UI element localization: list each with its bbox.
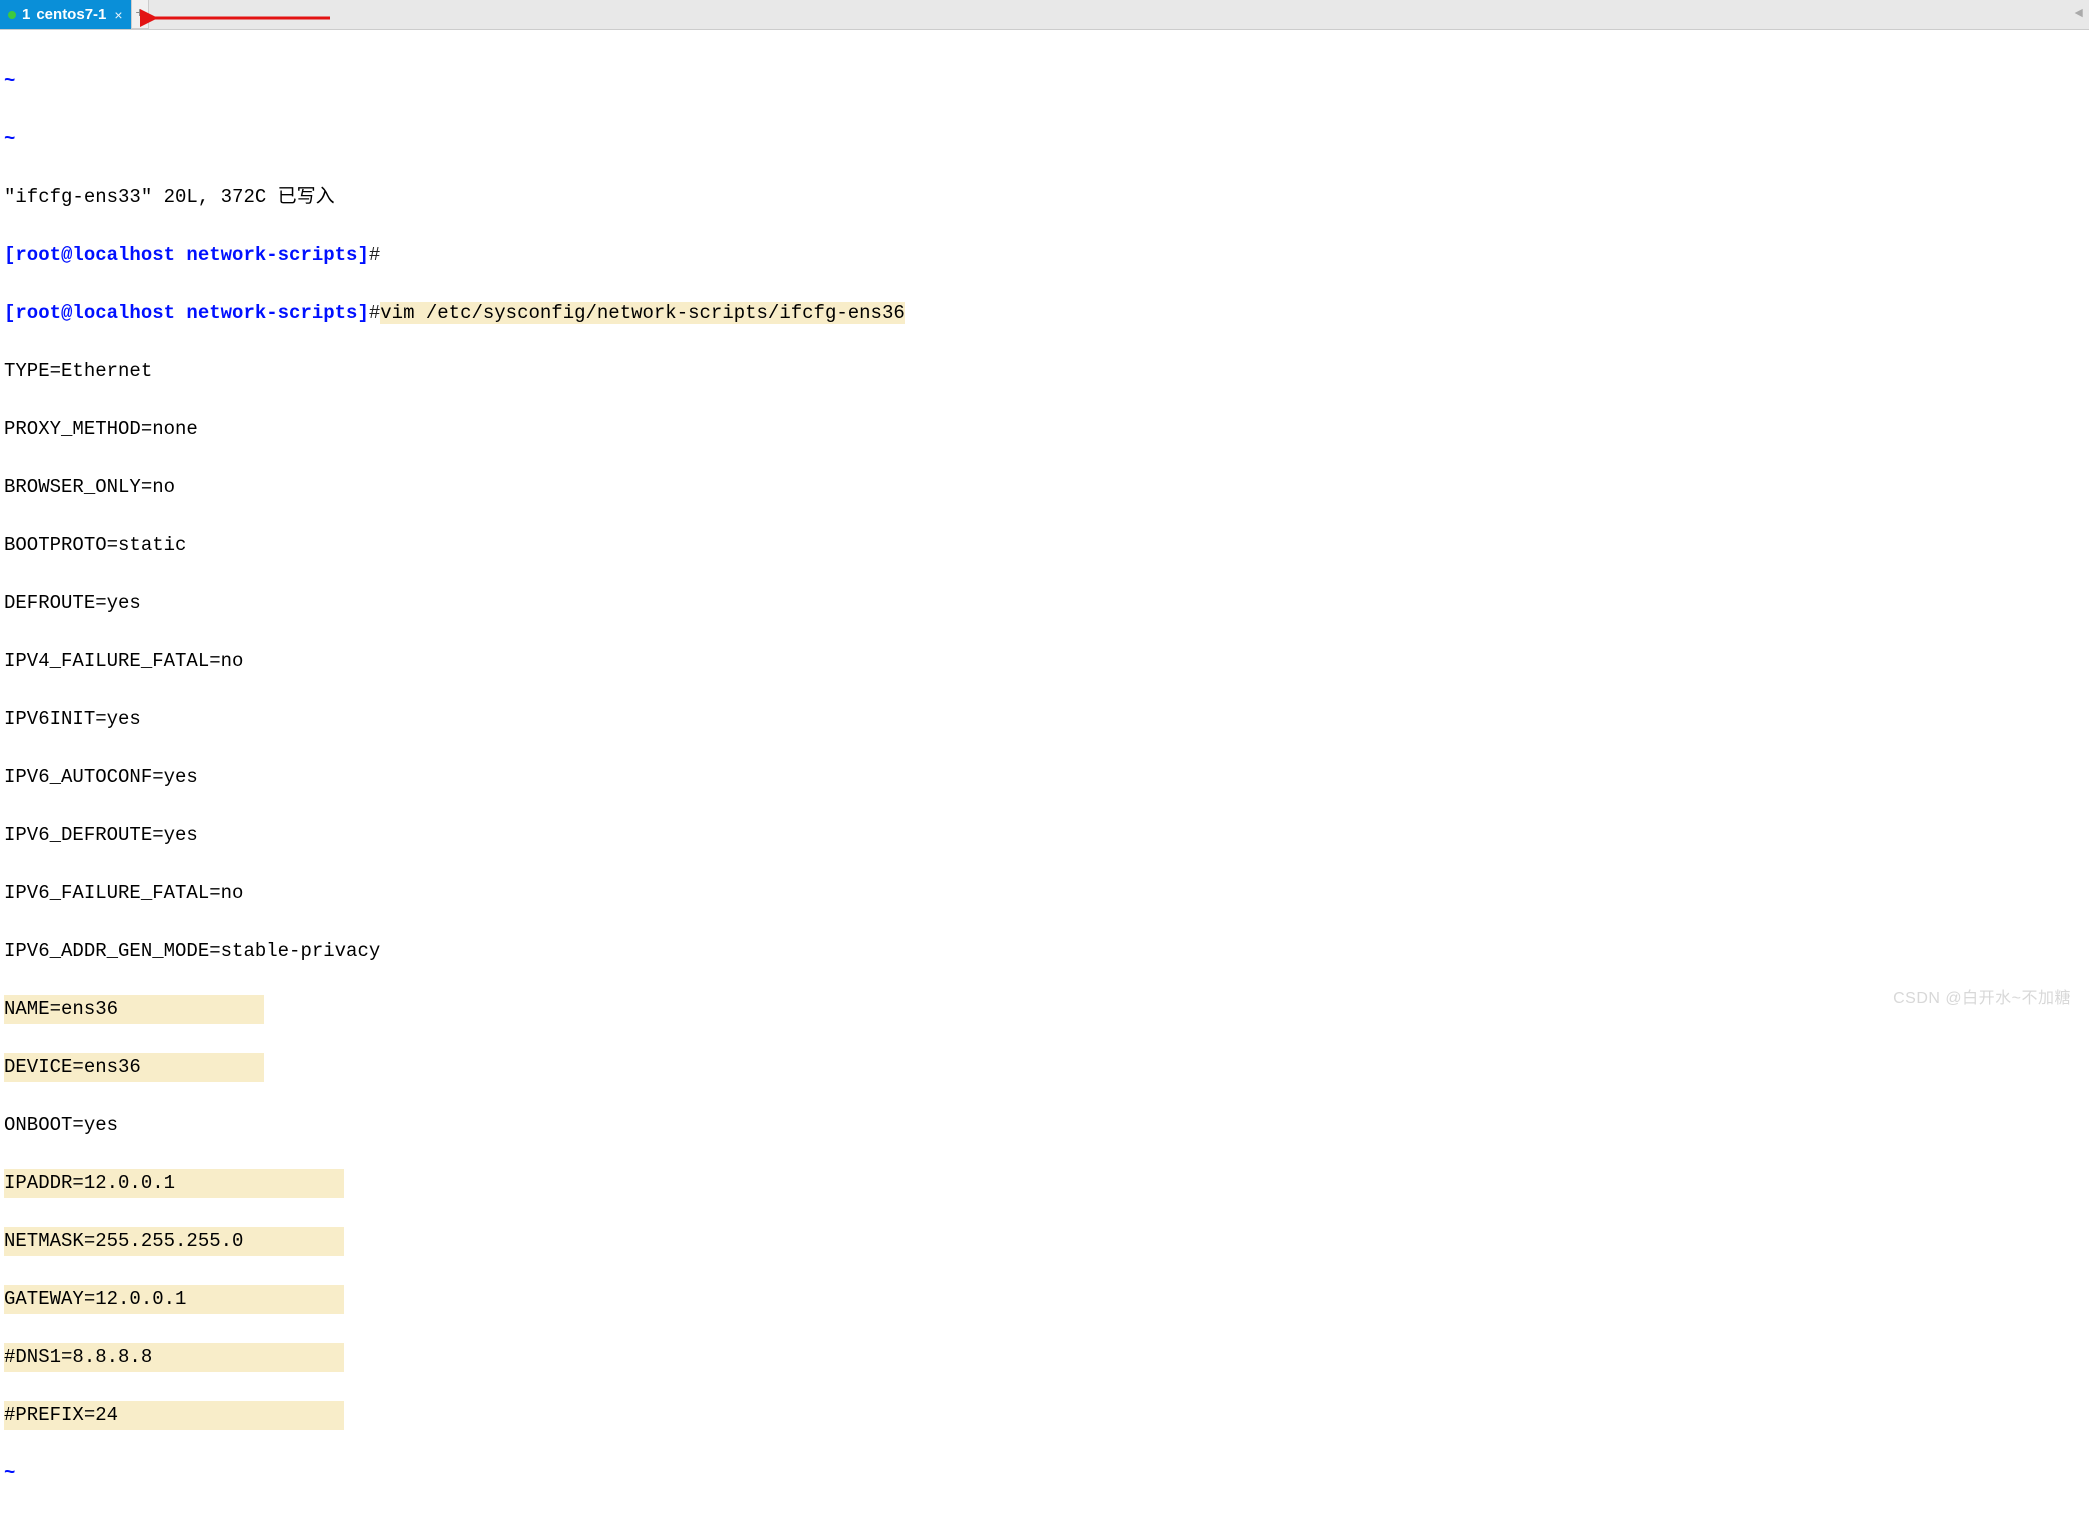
config-line: IPV6_DEFROUTE=yes <box>4 821 2085 850</box>
prompt-hash: # <box>369 244 380 266</box>
close-icon[interactable]: × <box>112 7 124 23</box>
config-line: PROXY_METHOD=none <box>4 415 2085 444</box>
config-line: DEFROUTE=yes <box>4 589 2085 618</box>
prompt-hash: # <box>369 302 380 324</box>
config-line-highlighted: DEVICE=ens36 <box>4 1053 264 1082</box>
tab-number: 1 <box>22 6 30 23</box>
config-line: IPV6_FAILURE_FATAL=no <box>4 879 2085 908</box>
vim-tilde: ~ <box>4 70 15 92</box>
watermark-text: CSDN @白开水~不加糖 <box>1893 984 2071 1008</box>
config-line: BROWSER_ONLY=no <box>4 473 2085 502</box>
config-line-highlighted: #DNS1=8.8.8.8 <box>4 1343 344 1372</box>
config-line-highlighted: NETMASK=255.255.255.0 <box>4 1227 344 1256</box>
tab-centos7-1[interactable]: 1 centos7-1 × <box>0 0 131 29</box>
shell-prompt: [root@localhost network-scripts] <box>4 302 369 324</box>
vim-status-line: "ifcfg-ens33" 20L, 372C 已写入 <box>4 183 2085 212</box>
vim-tilde: ~ <box>4 128 15 150</box>
config-line: BOOTPROTO=static <box>4 531 2085 560</box>
config-line: IPV6_ADDR_GEN_MODE=stable-privacy <box>4 937 2085 966</box>
config-line-highlighted: NAME=ens36 <box>4 995 264 1024</box>
scroll-left-icon[interactable]: ◄ <box>2075 6 2083 22</box>
annotation-arrow-icon <box>140 8 340 28</box>
config-line: ONBOOT=yes <box>4 1111 2085 1140</box>
config-line-highlighted: IPADDR=12.0.0.1 <box>4 1169 344 1198</box>
tab-bar: 1 centos7-1 × + ◄ <box>0 0 2089 30</box>
vim-tilde: ~ <box>4 1462 15 1484</box>
config-line-highlighted: #PREFIX=24 <box>4 1401 344 1430</box>
status-dot-icon <box>8 11 16 19</box>
shell-prompt: [root@localhost network-scripts] <box>4 244 369 266</box>
config-line: IPV6INIT=yes <box>4 705 2085 734</box>
command-text: vim /etc/sysconfig/network-scripts/ifcfg… <box>380 302 905 324</box>
tab-label: centos7-1 <box>36 6 106 23</box>
config-line: IPV6_AUTOCONF=yes <box>4 763 2085 792</box>
terminal-content[interactable]: ~ ~ "ifcfg-ens33" 20L, 372C 已写入 [root@lo… <box>0 30 2089 1525</box>
add-tab-button[interactable]: + <box>131 0 149 29</box>
config-line: IPV4_FAILURE_FATAL=no <box>4 647 2085 676</box>
config-line-highlighted: GATEWAY=12.0.0.1 <box>4 1285 344 1314</box>
config-line: TYPE=Ethernet <box>4 357 2085 386</box>
plus-icon: + <box>135 6 143 22</box>
